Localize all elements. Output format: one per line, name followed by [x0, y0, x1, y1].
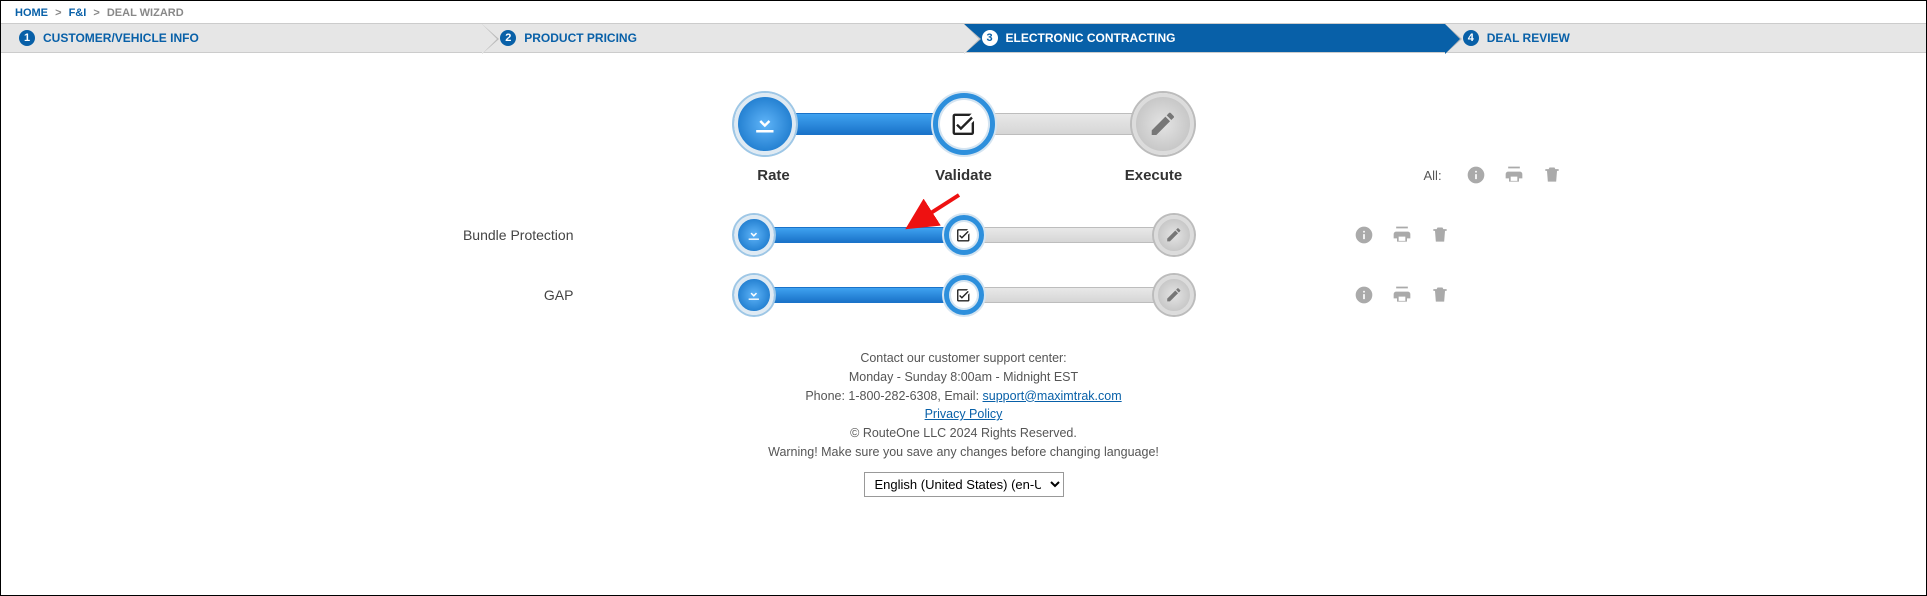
info-icon — [1354, 225, 1374, 245]
validate-label: Validate — [924, 167, 1004, 184]
print-icon — [1392, 285, 1412, 305]
footer-warning: Warning! Make sure you save any changes … — [1, 443, 1926, 462]
pencil-icon — [1165, 286, 1183, 304]
checkbox-icon — [955, 287, 972, 304]
row-label: Bundle Protection — [184, 227, 644, 243]
execute-label: Execute — [1114, 167, 1194, 184]
row-label: GAP — [184, 287, 644, 303]
info-row-button[interactable] — [1354, 225, 1374, 245]
footer-contact: Contact our customer support center: — [1, 349, 1926, 368]
step-label: DEAL REVIEW — [1487, 31, 1570, 45]
print-icon — [1392, 225, 1412, 245]
download-icon — [750, 109, 780, 139]
process-header-labels: Rate Validate Execute — [734, 167, 1194, 184]
row-execute-node[interactable] — [1154, 275, 1194, 315]
breadcrumb-fni[interactable]: F&I — [69, 7, 87, 19]
step-number: 3 — [982, 30, 998, 46]
footer-email-link[interactable]: support@maximtrak.com — [983, 389, 1122, 403]
content-area: Rate Validate Execute All: Bundle Protec… — [1, 53, 1926, 497]
row-track — [734, 275, 1194, 315]
step-number: 4 — [1463, 30, 1479, 46]
checkbox-icon — [949, 110, 978, 139]
footer-phone: Phone: 1-800-282-6308, Email: — [805, 389, 982, 403]
trash-icon — [1430, 225, 1450, 245]
validate-node[interactable] — [933, 93, 995, 155]
row-rate-node[interactable] — [734, 215, 774, 255]
info-all-button[interactable] — [1466, 165, 1486, 185]
footer-privacy-link[interactable]: Privacy Policy — [925, 407, 1003, 421]
row-track — [734, 215, 1194, 255]
pencil-icon — [1165, 226, 1183, 244]
step-number: 2 — [500, 30, 516, 46]
download-icon — [745, 226, 763, 244]
footer-hours: Monday - Sunday 8:00am - Midnight EST — [1, 368, 1926, 387]
info-row-button[interactable] — [1354, 285, 1374, 305]
print-row-button[interactable] — [1392, 285, 1412, 305]
pencil-icon — [1148, 109, 1178, 139]
step-label: ELECTRONIC CONTRACTING — [1006, 31, 1176, 45]
trash-icon — [1430, 285, 1450, 305]
step-product-pricing[interactable]: 2 PRODUCT PRICING — [482, 24, 963, 52]
execute-node[interactable] — [1132, 93, 1194, 155]
delete-all-button[interactable] — [1542, 165, 1562, 185]
row-execute-node[interactable] — [1154, 215, 1194, 255]
step-customer-vehicle-info[interactable]: 1 CUSTOMER/VEHICLE INFO — [1, 24, 482, 52]
step-electronic-contracting[interactable]: 3 ELECTRONIC CONTRACTING — [964, 24, 1445, 52]
info-icon — [1354, 285, 1374, 305]
process-header-track — [734, 93, 1194, 155]
download-icon — [745, 286, 763, 304]
print-row-button[interactable] — [1392, 225, 1412, 245]
checkbox-icon — [955, 227, 972, 244]
rate-node[interactable] — [734, 93, 796, 155]
footer: Contact our customer support center: Mon… — [1, 349, 1926, 497]
step-deal-review[interactable]: 4 DEAL REVIEW — [1445, 24, 1926, 52]
step-number: 1 — [19, 30, 35, 46]
breadcrumb-current: DEAL WIZARD — [107, 7, 184, 19]
print-all-button[interactable] — [1504, 165, 1524, 185]
step-bar: 1 CUSTOMER/VEHICLE INFO 2 PRODUCT PRICIN… — [1, 23, 1926, 53]
step-label: CUSTOMER/VEHICLE INFO — [43, 31, 199, 45]
row-validate-node[interactable] — [944, 275, 984, 315]
breadcrumb-home[interactable]: HOME — [15, 7, 48, 19]
info-icon — [1466, 165, 1486, 185]
all-label: All: — [1424, 168, 1442, 183]
step-label: PRODUCT PRICING — [524, 31, 637, 45]
language-select[interactable]: English (United States) (en-US) — [864, 472, 1064, 497]
row-validate-node[interactable] — [944, 215, 984, 255]
delete-row-button[interactable] — [1430, 285, 1450, 305]
footer-copyright: © RouteOne LLC 2024 Rights Reserved. — [1, 424, 1926, 443]
rate-label: Rate — [734, 167, 814, 184]
footer-phone-line: Phone: 1-800-282-6308, Email: support@ma… — [1, 387, 1926, 406]
print-icon — [1504, 165, 1524, 185]
delete-row-button[interactable] — [1430, 225, 1450, 245]
row-rate-node[interactable] — [734, 275, 774, 315]
breadcrumb: HOME > F&I > DEAL WIZARD — [1, 1, 1926, 23]
trash-icon — [1542, 165, 1562, 185]
